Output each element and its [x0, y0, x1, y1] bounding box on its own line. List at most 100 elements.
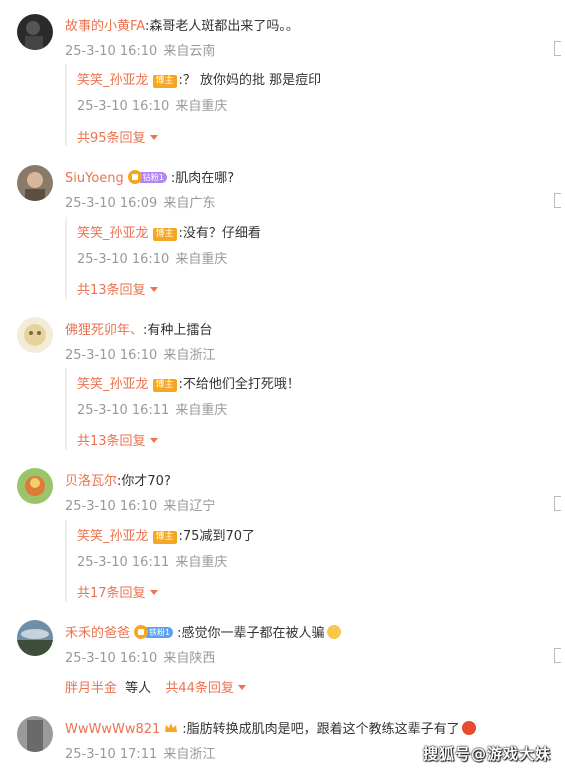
reply-text: :75减到70了 — [178, 529, 255, 544]
comment-location: 来自陕西 — [163, 651, 216, 666]
comment-text: :你才70? — [117, 474, 171, 489]
comment-date: 25-3-10 16:10 — [65, 499, 158, 514]
reply-box: 笑笑_孙亚龙 博主:？ 放你妈的批 那是痘印 25-3-10 16:10 来自重庆 … — [65, 64, 547, 146]
comment-meta: 25-3-10 16:09 来自广东 — [65, 192, 215, 211]
comment-text: :感觉你一辈子都在被人骗 — [177, 626, 325, 641]
reply-meta: 25-3-10 16:11 来自重庆 — [77, 551, 227, 570]
reply-summary: 胖月半金 等人 共44条回复 — [65, 677, 246, 696]
fan-badge: 钻粉1 — [127, 170, 167, 184]
comment-location: 来自广东 — [163, 196, 216, 211]
username[interactable]: WwWwWw821 — [65, 722, 160, 737]
chevron-down-icon — [149, 135, 158, 140]
author-badge: 博主 — [152, 228, 177, 241]
reply-count-link[interactable]: 共17条回复 — [77, 582, 158, 601]
reply-line: 笑笑_孙亚龙 博主:没有？仔细看 — [77, 222, 261, 241]
reply-count[interactable]: 共13条回复 — [77, 283, 146, 298]
reply-box: 笑笑_孙亚龙 博主:75减到70了 25-3-10 16:11 来自重庆 共17条回… — [65, 520, 547, 602]
comment-text: :森哥老人斑都出来了吗。。 — [144, 19, 299, 34]
avatar[interactable] — [17, 165, 53, 201]
reply-count[interactable]: 共17条回复 — [77, 586, 146, 601]
comment-text: :有种上擂台 — [143, 323, 213, 338]
reply-meta: 25-3-10 16:11 来自重庆 — [77, 399, 227, 418]
reply-text: :没有？仔细看 — [178, 226, 261, 241]
comment-author[interactable]: 贝洛瓦尔:你才70? — [65, 470, 171, 489]
more-options-icon[interactable] — [554, 648, 561, 663]
author-badge: 博主 — [152, 75, 177, 88]
author-badge: 博主 — [152, 379, 177, 392]
fan-badge: 铁粉1 — [134, 625, 174, 639]
avatar[interactable] — [17, 716, 53, 752]
author-badge: 博主 — [152, 531, 177, 544]
comment-meta: 25-3-10 16:10 来自浙江 — [65, 344, 215, 363]
reply-location: 来自重庆 — [175, 403, 228, 418]
comment-location: 来自辽宁 — [163, 499, 216, 514]
comment-text: :脂肪转换成肌肉是吧，跟着这个教练这辈子有了 — [182, 722, 460, 737]
reply-count-link[interactable]: 共95条回复 — [77, 127, 158, 146]
reply-count-link[interactable]: 共13条回复 — [77, 430, 158, 449]
more-options-icon[interactable] — [554, 41, 561, 56]
username[interactable]: 贝洛瓦尔 — [65, 474, 117, 489]
comment-date: 25-3-10 16:10 — [65, 44, 158, 59]
reply-location: 来自重庆 — [175, 252, 228, 267]
chevron-down-icon — [149, 287, 158, 292]
comment-meta: 25-3-10 16:10 来自云南 — [65, 40, 215, 59]
reply-line: 笑笑_孙亚龙 博主:？ 放你妈的批 那是痘印 — [77, 69, 321, 88]
grin-emoji-icon — [326, 625, 341, 639]
reply-location: 来自重庆 — [175, 555, 228, 570]
avatar[interactable] — [17, 468, 53, 504]
angry-emoji-icon — [461, 721, 476, 735]
comment-meta: 25-3-10 16:10 来自辽宁 — [65, 495, 215, 514]
crown-icon — [165, 723, 178, 732]
reply-box: 笑笑_孙亚龙 博主:不给他们全打死哦！ 25-3-10 16:11 来自重庆 共13… — [65, 368, 547, 450]
chevron-down-icon — [237, 685, 246, 690]
comment-date: 25-3-10 17:11 — [65, 747, 158, 762]
fan-badge-level: 钻粉1 — [139, 171, 167, 183]
comment-location: 来自浙江 — [163, 348, 216, 363]
username[interactable]: 禾禾的爸爸 — [65, 626, 130, 641]
avatar[interactable] — [17, 317, 53, 353]
reply-count-link[interactable]: 共13条回复 — [77, 279, 158, 298]
fan-badge-level: 铁粉1 — [146, 626, 174, 638]
reply-line: 笑笑_孙亚龙 博主:不给他们全打死哦！ — [77, 373, 300, 392]
reply-line: 笑笑_孙亚龙 博主:75减到70了 — [77, 525, 255, 544]
avatar[interactable] — [17, 620, 53, 656]
reply-username[interactable]: 胖月半金 — [65, 681, 117, 696]
reply-count[interactable]: 共44条回复 — [165, 681, 234, 696]
comment-date: 25-3-10 16:10 — [65, 348, 158, 363]
reply-date: 25-3-10 16:10 — [77, 99, 170, 114]
reply-date: 25-3-10 16:11 — [77, 555, 170, 570]
comment-date: 25-3-10 16:10 — [65, 651, 158, 666]
reply-meta: 25-3-10 16:10 来自重庆 — [77, 95, 227, 114]
comment-location: 来自云南 — [163, 44, 216, 59]
reply-meta: 25-3-10 16:10 来自重庆 — [77, 248, 227, 267]
reply-username[interactable]: 笑笑_孙亚龙 — [77, 226, 149, 241]
reply-username[interactable]: 笑笑_孙亚龙 — [77, 377, 149, 392]
reply-username[interactable]: 笑笑_孙亚龙 — [77, 529, 149, 544]
reply-box: 笑笑_孙亚龙 博主:没有？仔细看 25-3-10 16:10 来自重庆 共13条回复 — [65, 217, 547, 299]
comment-author[interactable]: WwWwWw821 :脂肪转换成肌肉是吧，跟着这个教练这辈子有了 — [65, 718, 476, 737]
chevron-down-icon — [149, 438, 158, 443]
comment-author[interactable]: 禾禾的爸爸 铁粉1:感觉你一辈子都在被人骗 — [65, 622, 341, 641]
username[interactable]: 佛狸死卯年、 — [65, 323, 143, 338]
reply-text: :不给他们全打死哦！ — [178, 377, 300, 392]
comment-author[interactable]: 故事的小黄FA:森哥老人斑都出来了吗。。 — [65, 15, 299, 34]
username[interactable]: SiuYoeng — [65, 171, 124, 186]
more-options-icon[interactable] — [554, 193, 561, 208]
comment-meta: 25-3-10 16:10 来自陕西 — [65, 647, 215, 666]
reply-count[interactable]: 共13条回复 — [77, 434, 146, 449]
reply-date: 25-3-10 16:11 — [77, 403, 170, 418]
reply-username[interactable]: 笑笑_孙亚龙 — [77, 73, 149, 88]
chevron-down-icon — [149, 590, 158, 595]
crown-icon — [134, 625, 149, 639]
reply-count-link[interactable]: 共44条回复 — [165, 681, 246, 696]
watermark: 搜狐号@游戏大妹 — [422, 745, 551, 763]
comment-author[interactable]: SiuYoeng 钻粉1:肌肉在哪? — [65, 167, 234, 186]
comment-text: :肌肉在哪? — [170, 171, 235, 186]
more-options-icon[interactable] — [554, 496, 561, 511]
avatar[interactable] — [17, 14, 53, 50]
comment-author[interactable]: 佛狸死卯年、:有种上擂台 — [65, 319, 212, 338]
reply-location: 来自重庆 — [175, 99, 228, 114]
reply-count[interactable]: 共95条回复 — [77, 131, 146, 146]
username[interactable]: 故事的小黄FA — [65, 19, 145, 34]
comment-date: 25-3-10 16:09 — [65, 196, 158, 211]
